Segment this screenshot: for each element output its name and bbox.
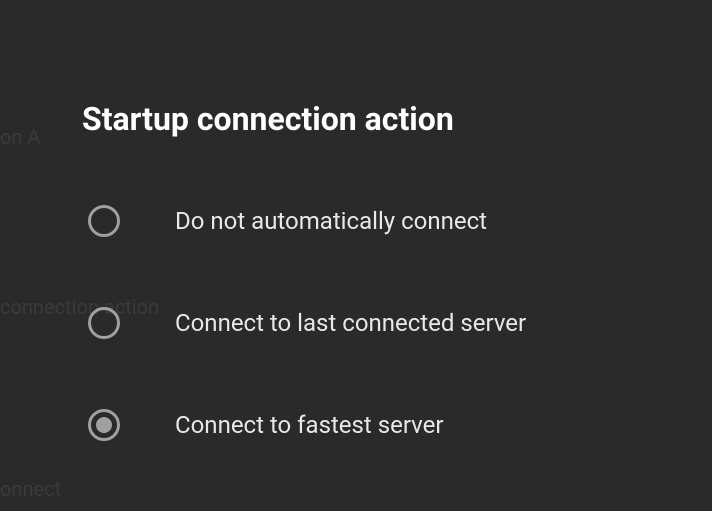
radio-option-fastest-server[interactable]: Connect to fastest server	[88, 409, 526, 441]
background-artifact: onnect	[0, 477, 61, 501]
radio-label: Connect to fastest server	[175, 411, 444, 439]
radio-label: Do not automatically connect	[175, 207, 487, 235]
radio-option-last-server[interactable]: Connect to last connected server	[88, 307, 526, 339]
radio-label: Connect to last connected server	[175, 309, 526, 337]
radio-option-do-not-connect[interactable]: Do not automatically connect	[88, 205, 526, 237]
radio-icon-selected	[88, 409, 120, 441]
dialog-title: Startup connection action	[82, 100, 454, 138]
radio-icon	[88, 205, 120, 237]
radio-options-group: Do not automatically connect Connect to …	[88, 205, 526, 511]
background-artifact: on A	[0, 125, 40, 149]
radio-icon	[88, 307, 120, 339]
